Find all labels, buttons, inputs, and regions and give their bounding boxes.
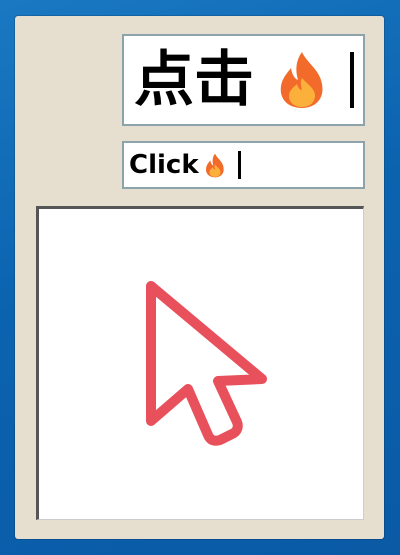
large-field-text: 点击 [134,45,254,115]
small-field-text: Click [129,150,199,180]
small-text-field[interactable]: Click [122,141,365,189]
mouse-pointer-icon [146,281,267,446]
text-caret [237,151,241,179]
fire-emoji-icon [204,152,226,179]
text-caret [350,52,354,108]
large-text-field[interactable]: 点击 [122,34,365,126]
window-panel: 点击 Click [15,16,384,539]
drawing-canvas[interactable] [36,206,364,520]
fire-emoji-icon [276,50,328,110]
